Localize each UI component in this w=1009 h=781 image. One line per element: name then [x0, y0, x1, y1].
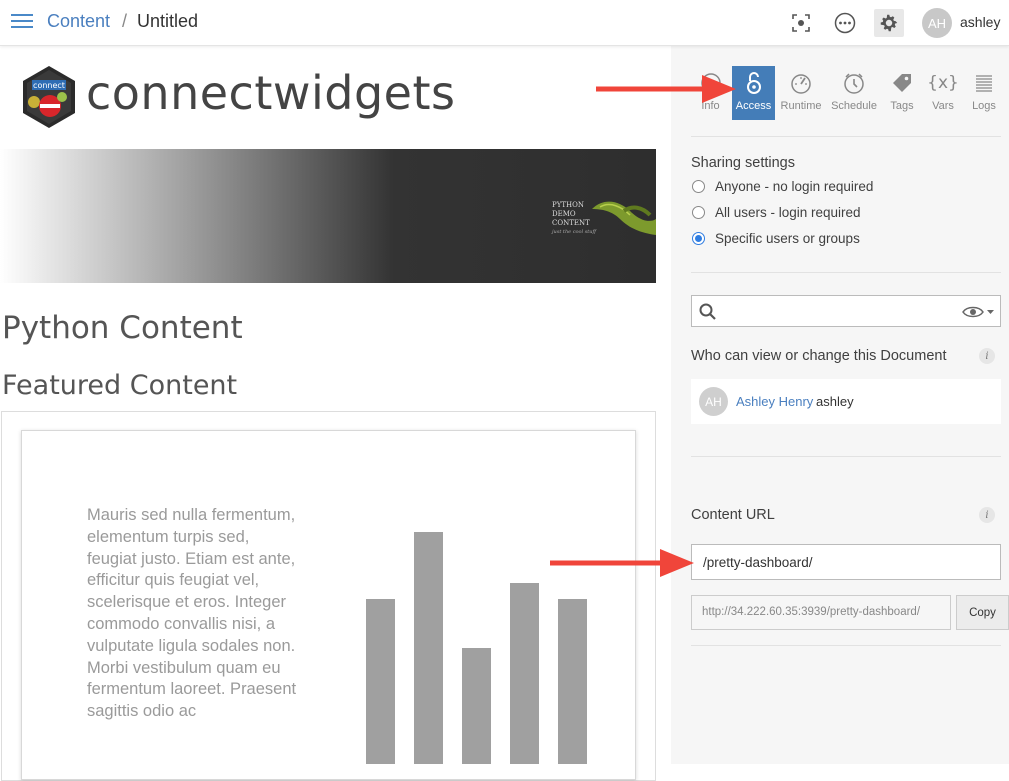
focus-view-icon[interactable]	[786, 9, 816, 37]
chart-bar	[366, 599, 395, 764]
user-name-link[interactable]: Ashley Henry	[736, 394, 813, 409]
access-list-item: AH Ashley Henry ashley	[691, 379, 1001, 424]
radio-specific-users[interactable]: Specific users or groups	[692, 229, 860, 247]
page-title: Untitled	[137, 11, 199, 31]
user-handle: ashley	[816, 394, 854, 409]
annotation-arrow-access	[596, 75, 736, 103]
featured-content-heading: Featured Content	[2, 370, 238, 401]
chart-bar	[414, 532, 443, 764]
banner-image: PYTHON DEMO CONTENT just the cool stuff	[0, 149, 656, 283]
tab-runtime[interactable]: Runtime	[777, 66, 825, 120]
braces-icon: {x}	[927, 73, 959, 93]
tag-icon	[893, 74, 911, 92]
who-can-view-label: Who can view or change this Document	[691, 348, 947, 364]
tab-schedule[interactable]: Schedule	[829, 66, 879, 120]
vanity-url-input[interactable]: /pretty-dashboard/	[691, 544, 1001, 580]
logo-text: connect	[33, 81, 65, 90]
tab-tags[interactable]: Tags	[884, 66, 920, 120]
card-body-text: Mauris sed nulla fermentum, elementum tu…	[87, 506, 297, 721]
search-icon	[699, 303, 716, 320]
chart-bar	[462, 648, 491, 764]
info-icon[interactable]: i	[979, 507, 995, 523]
connectwidgets-logo: connect	[20, 64, 78, 130]
radio-button-selected[interactable]	[692, 231, 705, 245]
list-icon	[976, 75, 992, 92]
radio-anyone[interactable]: Anyone - no login required	[692, 177, 873, 195]
divider	[691, 645, 1001, 646]
sharing-settings-label: Sharing settings	[691, 155, 795, 171]
divider	[691, 456, 1001, 457]
annotation-arrow-url	[550, 549, 694, 577]
clock-icon	[844, 73, 864, 94]
eye-dropdown-icon[interactable]	[962, 305, 996, 319]
chart-bar	[558, 599, 587, 764]
brand-title: connectwidgets	[86, 66, 456, 120]
tab-access[interactable]: Access	[732, 66, 775, 120]
tab-vars[interactable]: {x} Vars	[925, 66, 961, 120]
radio-all-users[interactable]: All users - login required	[692, 203, 861, 221]
chart-bar	[510, 583, 539, 764]
menu-icon[interactable]	[11, 14, 33, 30]
avatar: AH	[699, 387, 728, 416]
leaf-illustration	[592, 201, 656, 235]
breadcrumb-separator: /	[122, 11, 128, 31]
gear-icon[interactable]	[874, 9, 904, 37]
avatar[interactable]: AH	[922, 8, 952, 38]
content-url-label: Content URL	[691, 507, 775, 523]
info-icon[interactable]: i	[979, 348, 995, 364]
tab-logs[interactable]: Logs	[966, 66, 1002, 120]
top-bar: Content / Untitled AH ashley	[0, 0, 1009, 46]
user-search-input[interactable]	[691, 295, 1001, 327]
copy-url-button[interactable]: Copy	[956, 595, 1009, 630]
gauge-icon	[791, 74, 811, 94]
username[interactable]: ashley	[960, 14, 1000, 30]
divider	[691, 136, 1001, 137]
breadcrumb-content-link[interactable]: Content	[47, 11, 110, 32]
more-options-icon[interactable]	[830, 9, 860, 37]
lock-icon	[746, 72, 761, 94]
radio-button[interactable]	[692, 205, 705, 219]
radio-button[interactable]	[692, 179, 705, 193]
full-url-field[interactable]: http://34.222.60.35:3939/pretty-dashboar…	[691, 595, 951, 630]
python-content-heading: Python Content	[2, 310, 243, 346]
divider	[691, 272, 1001, 273]
